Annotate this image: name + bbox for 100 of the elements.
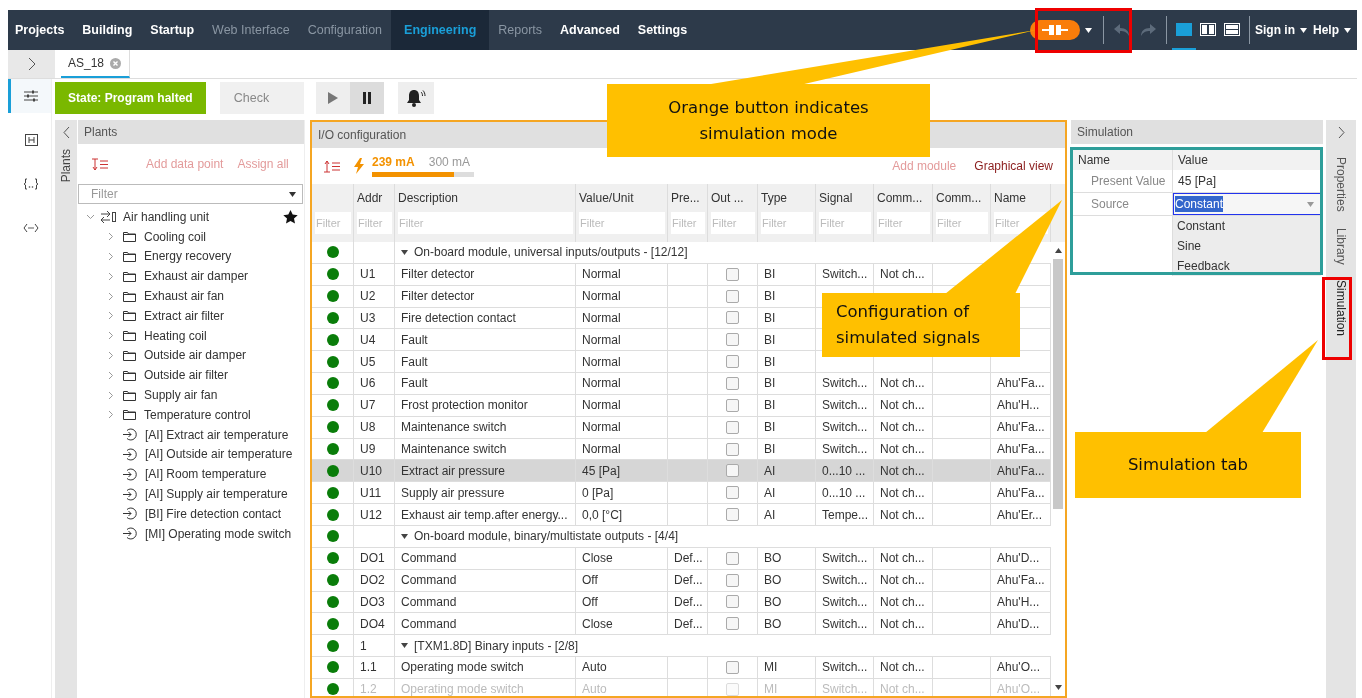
filter-field[interactable]: Filter (579, 212, 665, 234)
nav-menu-item[interactable]: Startup (141, 10, 204, 50)
dropdown-option[interactable]: Constant (1177, 216, 1321, 236)
filter-field[interactable]: Filter (315, 212, 351, 234)
column-header[interactable]: Addr (357, 190, 392, 212)
source-dropdown[interactable]: Constant (1173, 193, 1321, 215)
table-row[interactable]: On-board module, binary/multistate outputs - [4/4] (312, 525, 1051, 548)
tree-item[interactable]: Exhaust air damper (144, 269, 249, 284)
redo-icon[interactable] (1140, 24, 1156, 36)
filter-dropdown[interactable]: Filter (78, 184, 303, 204)
chevron-icon[interactable] (106, 331, 115, 341)
checkbox[interactable] (726, 377, 739, 390)
chevron-icon[interactable] (106, 370, 115, 380)
checkbox[interactable] (726, 420, 739, 434)
column-header[interactable]: Pre... (671, 190, 705, 212)
table-row[interactable]: DO2 Command Off Def... BO Switch... Not ch... Ahu'Fa... (312, 569, 1051, 592)
nav-menu-item[interactable]: Building (73, 10, 142, 50)
caret-icon[interactable] (401, 533, 408, 539)
checkbox[interactable] (726, 595, 739, 609)
caret-icon[interactable] (1300, 27, 1307, 33)
expand-icon[interactable] (1337, 126, 1345, 139)
chevron-icon[interactable] (106, 410, 115, 420)
checkbox[interactable] (726, 442, 739, 456)
tree-item[interactable]: Cooling coil (144, 229, 207, 244)
table-row[interactable]: 1.1 Operating mode switch Auto MI Switch... Not ch... Ahu'O... (312, 657, 1051, 679)
table-row[interactable]: U6 Fault Normal BI Switch... Not ch... Ahu'Fa... (312, 373, 1051, 395)
tree-item[interactable]: Extract air filter (144, 308, 224, 323)
undo-icon[interactable] (1114, 24, 1130, 36)
nav-menu-item[interactable]: Projects (8, 10, 74, 50)
pause-button[interactable] (349, 82, 384, 114)
table-row[interactable]: 1 [TXM1.8D] Binary inputs - [2/8] (312, 635, 1051, 658)
graphical-view-link[interactable]: Graphical view (974, 159, 1053, 173)
column-header[interactable]: Out ... (711, 190, 755, 212)
star-icon[interactable] (283, 209, 298, 224)
tree-item[interactable]: Supply air fan (144, 388, 218, 403)
sliders-icon[interactable] (8, 79, 51, 113)
checkbox[interactable] (726, 617, 739, 631)
dropdown-option[interactable]: Feedback (1177, 256, 1321, 276)
tree-item[interactable]: [AI] Extract air temperature (145, 427, 289, 442)
simulation-mode-button[interactable] (1030, 20, 1080, 40)
filter-field[interactable]: Filter (671, 212, 705, 234)
collapse-icon[interactable] (62, 126, 70, 139)
dropdown-option[interactable]: Sine (1177, 236, 1321, 256)
column-header[interactable]: Comm... (877, 190, 930, 212)
table-row[interactable]: U9 Maintenance switch Normal BI Switch... Not ch... Ahu'Fa... (312, 438, 1051, 461)
nav-menu-item[interactable]: Advanced (551, 10, 629, 50)
tree-item[interactable]: Outside air damper (144, 348, 247, 363)
table-row[interactable]: U10 Extract air pressure 45 [Pa] AI 0...10 ... Not ch... Ahu'Fa... (312, 460, 1051, 483)
filter-field[interactable]: Filter (819, 212, 871, 234)
checkbox[interactable] (726, 464, 739, 478)
tree-item[interactable]: [BI] Fire detection contact (145, 506, 282, 521)
close-icon[interactable] (110, 57, 122, 69)
expand-toggle[interactable] (8, 50, 55, 78)
caret-icon[interactable] (401, 643, 408, 649)
scroll-down-icon[interactable] (1054, 685, 1062, 690)
caret-icon[interactable] (401, 249, 408, 255)
document-tab[interactable]: AS_18 (61, 50, 131, 78)
column-header[interactable]: Value/Unit (579, 190, 665, 212)
tree-item[interactable]: Outside air filter (144, 368, 229, 383)
column-header[interactable]: Comm... (936, 190, 988, 212)
nav-menu-item[interactable]: Settings (628, 10, 697, 50)
table-row[interactable]: U12 Exhaust air temp.after energy... 0,0 [°C] AI Tempe... Not ch... Ahu'Er... (312, 504, 1051, 526)
nav-menu-item[interactable]: Engineering (391, 10, 490, 50)
tree-item[interactable]: Air handling unit (123, 209, 210, 224)
caret-icon[interactable] (289, 191, 296, 197)
sort-icon[interactable] (92, 157, 108, 171)
sign-in-menu[interactable]: Sign in (1255, 23, 1295, 37)
checkbox[interactable] (726, 289, 739, 303)
checkbox[interactable] (726, 660, 739, 674)
checkbox[interactable] (726, 486, 739, 500)
chevron-icon[interactable] (106, 390, 115, 400)
tree-item[interactable]: [AI] Supply air temperature (145, 487, 288, 502)
chevron-icon[interactable] (86, 212, 95, 222)
tree-item[interactable]: [AI] Room temperature (145, 467, 267, 482)
filter-field[interactable]: Filter (761, 212, 813, 234)
chevron-icon[interactable] (106, 232, 115, 242)
checkbox[interactable] (726, 508, 739, 522)
table-row[interactable]: DO3 Command Off Def... BO Switch... Not ch... Ahu'H... (312, 591, 1051, 614)
checkbox[interactable] (726, 333, 739, 347)
play-button[interactable] (315, 82, 350, 114)
tree-item[interactable]: Energy recovery (144, 249, 232, 264)
tree-item[interactable]: Heating coil (144, 328, 207, 343)
column-header[interactable]: Name (994, 190, 1048, 212)
tree-item[interactable]: Temperature control (144, 407, 251, 422)
filter-field[interactable]: Filter (877, 212, 930, 234)
chevron-icon[interactable] (106, 291, 115, 301)
tree-item[interactable]: [AI] Outside air temperature (145, 447, 293, 462)
checkbox[interactable] (726, 398, 739, 412)
checkbox[interactable] (726, 311, 739, 325)
table-row[interactable]: DO1 Command Close Def... BO Switch... Not ch... Ahu'D... (312, 547, 1051, 570)
tree-item[interactable]: Exhaust air fan (144, 289, 225, 304)
filter-field[interactable]: Filter (936, 212, 988, 234)
chevron-icon[interactable] (106, 311, 115, 321)
side-tab[interactable]: Library (1334, 223, 1348, 269)
column-header[interactable]: Description (398, 190, 573, 212)
checkbox[interactable] (726, 355, 739, 369)
chevron-icon[interactable] (106, 350, 115, 360)
filter-input[interactable]: Filter (79, 186, 289, 202)
bell-button[interactable] (397, 82, 434, 114)
table-row[interactable]: U11 Supply air pressure 0 [Pa] AI 0...10 ... Not ch... Ahu'Fa... (312, 482, 1051, 505)
